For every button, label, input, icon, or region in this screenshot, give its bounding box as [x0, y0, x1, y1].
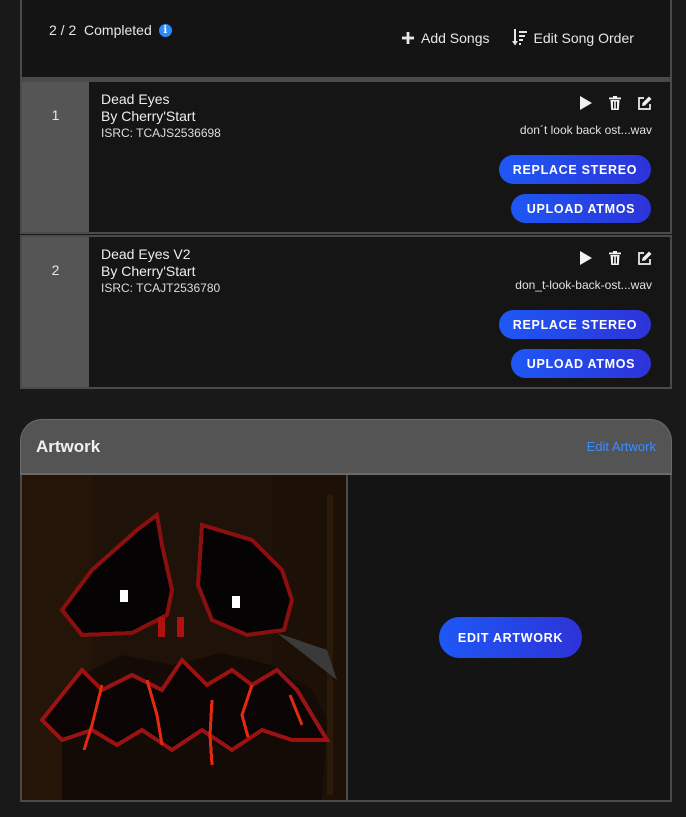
completion-status: 2 / 2 Completed i — [49, 22, 172, 38]
plus-icon — [402, 31, 414, 44]
song-artist: By Cherry'Start — [101, 263, 196, 279]
sort-order-icon — [511, 29, 527, 46]
edit-icon[interactable] — [638, 251, 652, 265]
song-row: 2 Dead Eyes V2 By Cherry'Start ISRC: TCA… — [20, 235, 672, 389]
audio-file-name: don´t look back ost...wav — [519, 123, 652, 137]
edit-song-order-button[interactable]: Edit Song Order — [511, 29, 634, 46]
song-info: Dead Eyes By Cherry'Start ISRC: TCAJS253… — [101, 91, 221, 142]
song-row: 1 Dead Eyes By Cherry'Start ISRC: TCAJS2… — [20, 80, 672, 234]
edit-icon[interactable] — [638, 96, 652, 110]
edit-artwork-button[interactable]: EDIT ARTWORK — [439, 617, 582, 658]
artwork-image — [22, 475, 348, 800]
edit-artwork-link[interactable]: Edit Artwork — [587, 439, 656, 454]
add-songs-button[interactable]: Add Songs — [402, 30, 490, 46]
upload-atmos-button[interactable]: UPLOAD ATMOS — [511, 194, 651, 223]
completion-text: 2 / 2 Completed — [49, 22, 152, 38]
artwork-panel: EDIT ARTWORK — [20, 475, 672, 802]
trash-icon[interactable] — [609, 96, 621, 110]
artwork-title: Artwork — [36, 437, 101, 456]
song-artist: By Cherry'Start — [101, 108, 196, 124]
audio-file-name: don_t-look-back-ost...wav — [515, 278, 652, 292]
info-icon[interactable]: i — [158, 23, 172, 37]
track-number: 2 — [22, 237, 89, 387]
track-number: 1 — [22, 82, 89, 232]
replace-stereo-button[interactable]: REPLACE STEREO — [499, 155, 651, 184]
artwork-header: Artwork Edit Artwork — [20, 419, 672, 475]
song-title: Dead Eyes — [101, 91, 170, 107]
song-isrc: ISRC: TCAJT2536780 — [101, 281, 221, 295]
song-info: Dead Eyes V2 By Cherry'Start ISRC: TCAJT… — [101, 246, 220, 297]
play-icon[interactable] — [580, 96, 592, 110]
play-icon[interactable] — [580, 251, 592, 265]
edit-song-order-label: Edit Song Order — [533, 29, 634, 46]
replace-stereo-button[interactable]: REPLACE STEREO — [499, 310, 651, 339]
add-songs-label: Add Songs — [421, 29, 490, 46]
trash-icon[interactable] — [609, 251, 621, 265]
song-title: Dead Eyes V2 — [101, 246, 191, 262]
upload-atmos-button[interactable]: UPLOAD ATMOS — [511, 349, 651, 378]
song-isrc: ISRC: TCAJS2536698 — [101, 126, 221, 140]
release-header: 2 / 2 Completed i Add Songs Edit Song Or… — [20, 0, 672, 80]
